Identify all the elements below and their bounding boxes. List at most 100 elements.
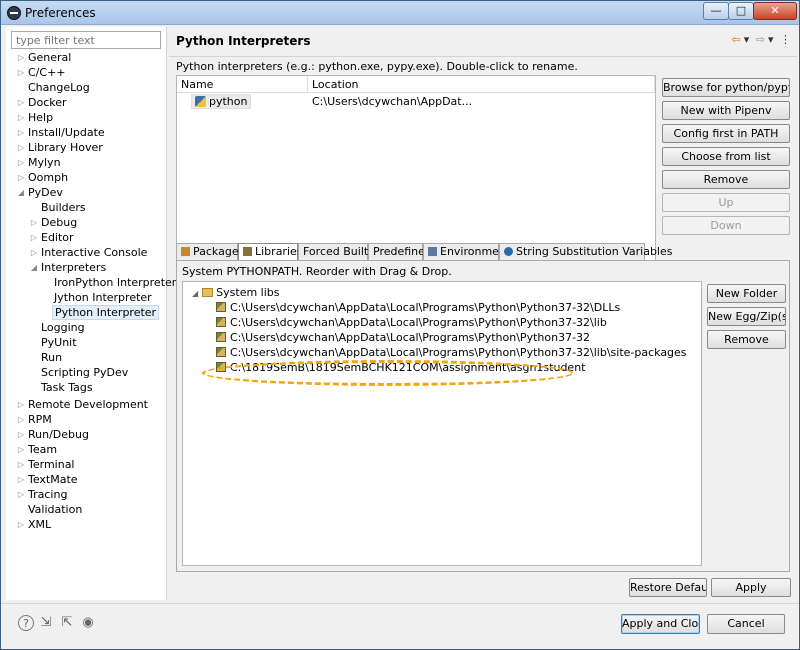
- remove-library-button[interactable]: Remove: [707, 330, 786, 349]
- tree-label: Oomph: [28, 171, 69, 184]
- up-button[interactable]: Up: [662, 193, 790, 212]
- browse-interpreter-button[interactable]: Browse for python/pypy exe: [662, 78, 790, 97]
- expand-icon[interactable]: ▷: [29, 245, 39, 260]
- environment-icon: [428, 247, 437, 256]
- expand-icon[interactable]: ▷: [16, 442, 26, 457]
- expand-icon[interactable]: ▷: [29, 215, 39, 230]
- expand-icon[interactable]: ▷: [16, 427, 26, 442]
- back-arrow-icon[interactable]: ⇦: [732, 33, 741, 46]
- remove-interpreter-button[interactable]: Remove: [662, 170, 790, 189]
- interpreters-table[interactable]: Name Location python C:\Users\dcywchan\A…: [176, 75, 656, 264]
- lib-path-label: C:\Users\dcywchan\AppData\Local\Programs…: [230, 331, 591, 344]
- tab-libraries[interactable]: Libraries: [238, 243, 303, 261]
- expand-icon[interactable]: ▷: [16, 95, 26, 110]
- expand-icon[interactable]: ▷: [16, 517, 26, 532]
- expand-icon[interactable]: ▷: [16, 110, 26, 125]
- expand-icon[interactable]: ▷: [16, 472, 26, 487]
- expand-icon[interactable]: ▷: [16, 397, 26, 412]
- lib-path-icon: [216, 302, 226, 312]
- forward-menu-icon[interactable]: ▾: [768, 33, 774, 46]
- tree-label: Builders: [41, 201, 86, 214]
- tree-label: PyUnit: [41, 336, 77, 349]
- lib-path-icon: [216, 332, 226, 342]
- system-libs-node[interactable]: ◢ System libs: [192, 285, 280, 300]
- title-separator: [169, 56, 797, 57]
- minimize-button[interactable]: —: [703, 2, 729, 20]
- export-icon[interactable]: ⇱: [59, 615, 75, 631]
- interpreter-name-cell[interactable]: python: [191, 94, 252, 110]
- down-button[interactable]: Down: [662, 216, 790, 235]
- tab-predefined[interactable]: Predefined: [368, 243, 432, 260]
- page-description: Python interpreters (e.g.: python.exe, p…: [176, 60, 578, 73]
- library-folder-icon: [202, 288, 214, 297]
- back-menu-icon[interactable]: ▾: [744, 33, 750, 46]
- filter-input[interactable]: [11, 31, 161, 49]
- collapse-icon[interactable]: ◢: [29, 260, 39, 275]
- interpreter-location-cell[interactable]: C:\Users\dcywchan\AppDat...: [312, 94, 472, 110]
- expand-icon[interactable]: ▷: [16, 170, 26, 185]
- tab-environment[interactable]: Environment: [423, 243, 510, 260]
- tree-label: Install/Update: [28, 126, 105, 139]
- lib-path-label: C:\Users\dcywchan\AppData\Local\Programs…: [230, 301, 621, 314]
- title-bar[interactable]: Preferences — □ ✕: [1, 1, 799, 25]
- expand-icon[interactable]: ▷: [16, 155, 26, 170]
- tree-label: Help: [28, 111, 54, 124]
- window-title: Preferences: [25, 6, 96, 20]
- expand-icon[interactable]: ▷: [16, 50, 26, 65]
- new-with-pipenv-button[interactable]: New with Pipenv: [662, 101, 790, 120]
- expand-icon[interactable]: ▷: [16, 457, 26, 472]
- tree-label: Validation: [28, 503, 83, 516]
- tree-label: Scripting PyDev: [41, 366, 129, 379]
- expand-icon[interactable]: ▷: [16, 412, 26, 427]
- lib-path-item[interactable]: C:\Users\dcywchan\AppData\Local\Programs…: [216, 345, 687, 360]
- tree-label: Debug: [41, 216, 78, 229]
- tab-forced-builtins[interactable]: Forced Builtins: [298, 243, 384, 260]
- expand-icon[interactable]: ▷: [16, 140, 26, 155]
- expand-icon[interactable]: ▷: [16, 487, 26, 502]
- expand-icon[interactable]: ▷: [16, 65, 26, 80]
- apply-and-close-button[interactable]: Apply and Close: [621, 614, 700, 634]
- python-icon: [195, 96, 206, 107]
- restore-defaults-button[interactable]: Restore Defaults: [629, 578, 707, 597]
- expand-icon[interactable]: ▷: [16, 125, 26, 140]
- tree-label: Run: [41, 351, 63, 364]
- tree-label-selected: Python Interpreter: [52, 305, 160, 320]
- tab-packages[interactable]: Packages: [176, 243, 244, 260]
- page-title: Python Interpreters: [176, 34, 311, 48]
- collapse-icon[interactable]: ◢: [16, 185, 26, 200]
- tab-string-substitution[interactable]: String Substitution Variables: [499, 243, 672, 260]
- view-menu-icon[interactable]: ⋮: [780, 33, 791, 46]
- highlight-annotation: [202, 360, 574, 386]
- tab-label: String Substitution Variables: [516, 245, 673, 258]
- cancel-button[interactable]: Cancel: [707, 614, 785, 634]
- collapse-icon[interactable]: ◢: [192, 289, 198, 298]
- forward-arrow-icon[interactable]: ⇨: [756, 33, 765, 46]
- help-icon[interactable]: ?: [18, 615, 34, 631]
- oomph-record-icon[interactable]: ◉: [80, 615, 96, 631]
- tree-label: Remote Development: [28, 398, 148, 411]
- new-egg-zip-button[interactable]: New Egg/Zip(s): [707, 307, 786, 326]
- expand-icon[interactable]: ▷: [29, 230, 39, 245]
- lib-path-item[interactable]: C:\Users\dcywchan\AppData\Local\Programs…: [216, 300, 620, 315]
- choose-from-list-button[interactable]: Choose from list: [662, 147, 790, 166]
- tree-label: Run/Debug: [28, 428, 89, 441]
- import-icon[interactable]: ⇲: [38, 615, 54, 631]
- tree-label: Logging: [41, 321, 85, 334]
- tree-label: ChangeLog: [28, 81, 90, 94]
- close-button[interactable]: ✕: [753, 2, 797, 20]
- tree-label: Tracing: [28, 488, 68, 501]
- config-first-in-path-button[interactable]: Config first in PATH: [662, 124, 790, 143]
- system-libs-tree[interactable]: ◢ System libs C:\Users\dcywchan\AppData\L…: [182, 281, 702, 566]
- lib-path-item[interactable]: C:\Users\dcywchan\AppData\Local\Programs…: [216, 330, 590, 345]
- preference-page: Python Interpreters ⇦ ▾ ⇨ ▾ ⋮ Python inter…: [169, 27, 797, 602]
- tab-label: Packages: [193, 245, 245, 258]
- libraries-panel: System PYTHONPATH. Reorder with Drag & D…: [176, 260, 790, 572]
- maximize-button[interactable]: □: [728, 2, 754, 20]
- new-folder-button[interactable]: New Folder: [707, 284, 786, 303]
- package-icon: [181, 247, 190, 256]
- column-header-location[interactable]: Location: [308, 76, 655, 93]
- tree-label: Terminal: [28, 458, 75, 471]
- column-header-name[interactable]: Name: [177, 76, 308, 93]
- apply-button[interactable]: Apply: [711, 578, 791, 597]
- lib-path-item[interactable]: C:\Users\dcywchan\AppData\Local\Programs…: [216, 315, 607, 330]
